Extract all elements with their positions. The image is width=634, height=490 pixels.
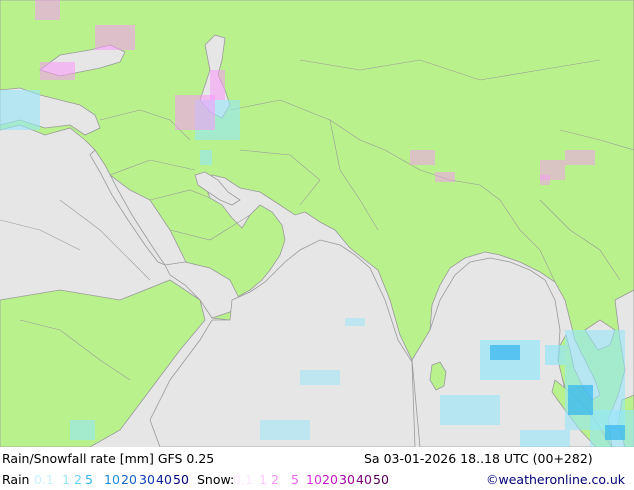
legend-panel: Rain/Snowfall rate [mm] GFS 0.25 Sa 03-0… <box>0 447 634 490</box>
snow-scale-6: 30 <box>339 472 355 487</box>
snow-label: Snow: <box>197 472 235 487</box>
snow-scale-3: 5 <box>291 472 299 487</box>
legend-scale-row: Rain 0.1 1 2 5 10 20 30 40 50 Snow: 0.1 … <box>0 470 634 490</box>
rain-scale-4: 10 <box>104 472 120 487</box>
credit-link[interactable]: ©weatheronline.co.uk <box>486 470 625 490</box>
rain-scale-8: 50 <box>173 472 189 487</box>
rain-scale-0: 0.1 <box>34 472 54 487</box>
snow-scale-2: 2 <box>271 472 279 487</box>
map-canvas <box>0 0 634 448</box>
snow-scale-4: 10 <box>306 472 322 487</box>
rain-scale-6: 30 <box>139 472 155 487</box>
rain-scale-3: 5 <box>85 472 93 487</box>
weather-map <box>0 0 634 448</box>
rain-scale-1: 1 <box>62 472 70 487</box>
rain-scale-7: 40 <box>156 472 172 487</box>
rain-scale-2: 2 <box>74 472 82 487</box>
snow-scale-5: 20 <box>322 472 338 487</box>
snow-scale-0: 0.1 <box>233 472 253 487</box>
snow-scale-7: 40 <box>356 472 372 487</box>
rain-scale-5: 20 <box>121 472 137 487</box>
rain-label: Rain <box>2 472 30 487</box>
legend-title-row: Rain/Snowfall rate [mm] GFS 0.25 Sa 03-0… <box>0 449 634 469</box>
map-datetime: Sa 03-01-2026 18..18 UTC (00+282) <box>364 451 593 466</box>
map-title: Rain/Snowfall rate [mm] GFS 0.25 <box>2 451 215 466</box>
snow-scale-8: 50 <box>373 472 389 487</box>
snow-scale-1: 1 <box>259 472 267 487</box>
